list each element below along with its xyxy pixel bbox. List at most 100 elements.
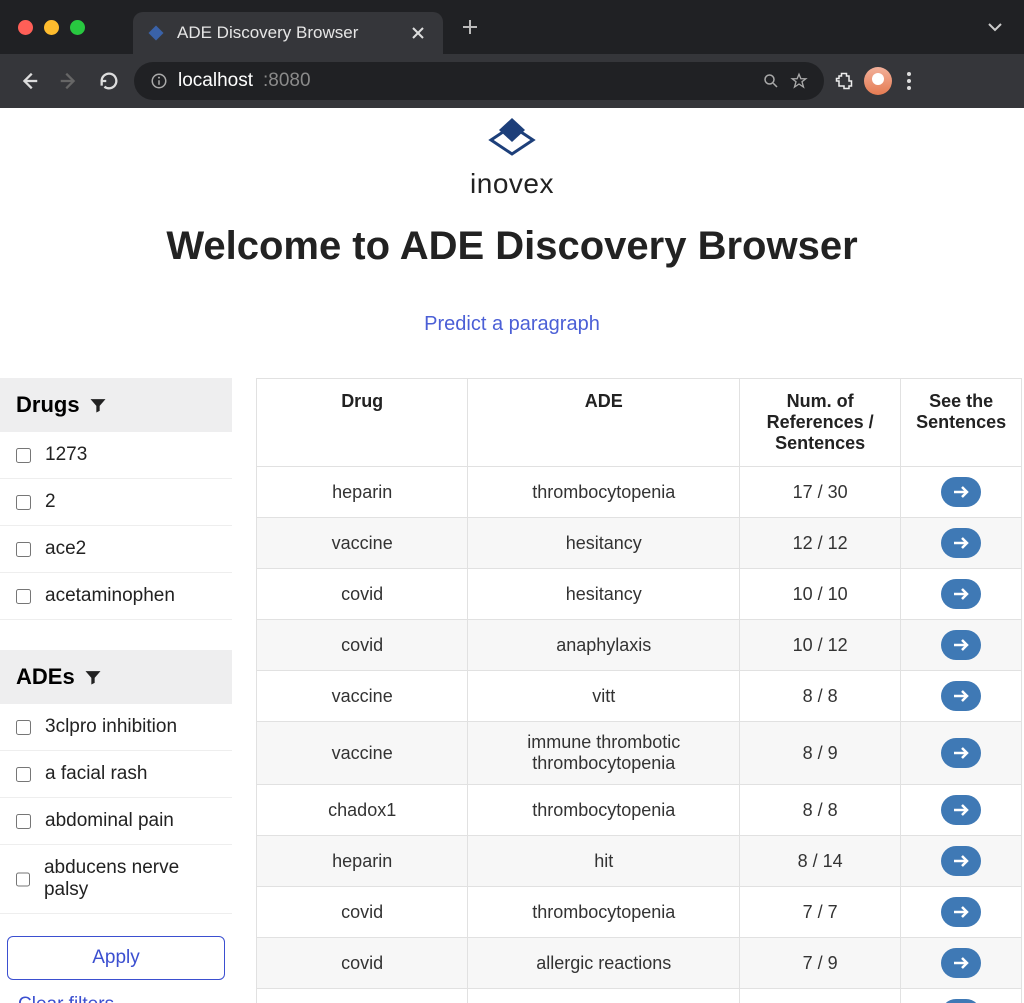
cell-see — [901, 836, 1022, 887]
cell-drug: covid — [257, 887, 468, 938]
table-header-row: Drug ADE Num. of References / Sentences … — [257, 379, 1022, 467]
drug-checkbox[interactable] — [16, 542, 31, 557]
cell-see — [901, 989, 1022, 1003]
profile-avatar[interactable] — [864, 67, 892, 95]
cell-ade: thrombocytopenia — [468, 467, 740, 518]
cell-see — [901, 518, 1022, 569]
new-tab-button[interactable] — [461, 18, 479, 36]
cell-drug: covid — [257, 569, 468, 620]
ade-filter-item[interactable]: 3clpro inhibition — [0, 704, 232, 751]
drug-label: ace2 — [45, 538, 86, 560]
drug-filter-item[interactable]: 2 — [0, 479, 232, 526]
url-port: :8080 — [263, 70, 311, 92]
site-info-icon[interactable] — [150, 72, 168, 90]
nav-forward-button[interactable] — [54, 66, 84, 96]
window-controls — [0, 20, 103, 35]
ade-label: abdominal pain — [45, 810, 174, 832]
drug-label: acetaminophen — [45, 585, 175, 607]
ade-checkbox[interactable] — [16, 872, 30, 887]
cell-ade: hit — [468, 836, 740, 887]
table-row: vaccineimmune thrombotic thrombocytopeni… — [257, 722, 1022, 785]
see-sentences-button[interactable] — [941, 579, 981, 609]
cell-ade: hesitancy — [468, 569, 740, 620]
ade-checkbox[interactable] — [16, 720, 31, 735]
table-row: vaccinehesitancy12 / 12 — [257, 518, 1022, 569]
cell-ade: anaphylaxis — [468, 620, 740, 671]
cell-ade: hesitancy — [468, 518, 740, 569]
drug-checkbox[interactable] — [16, 448, 31, 463]
cell-drug: heparin — [257, 467, 468, 518]
cell-see — [901, 785, 1022, 836]
cell-see — [901, 671, 1022, 722]
window-close-button[interactable] — [18, 20, 33, 35]
cell-drug: heparin — [257, 836, 468, 887]
ade-filter-item[interactable]: abdominal pain — [0, 798, 232, 845]
ade-filter-item[interactable]: a facial rash — [0, 751, 232, 798]
cell-drug: chadox1 — [257, 785, 468, 836]
tab-list-dropdown[interactable] — [986, 18, 1004, 36]
logo-text: inovex — [470, 168, 554, 200]
window-minimize-button[interactable] — [44, 20, 59, 35]
browser-toolbar: localhost:8080 — [0, 54, 1024, 108]
window-maximize-button[interactable] — [70, 20, 85, 35]
see-sentences-button[interactable] — [941, 795, 981, 825]
see-sentences-button[interactable] — [941, 528, 981, 558]
ade-checkbox[interactable] — [16, 767, 31, 782]
drug-filter-item[interactable]: ace2 — [0, 526, 232, 573]
cell-see — [901, 887, 1022, 938]
ade-filter-item[interactable]: abducens nerve palsy — [0, 845, 232, 914]
ade-checkbox[interactable] — [16, 814, 31, 829]
results-table: Drug ADE Num. of References / Sentences … — [256, 378, 1022, 1003]
see-sentences-button[interactable] — [941, 738, 981, 768]
cell-see — [901, 467, 1022, 518]
clear-filters-link[interactable]: Clear filters — [18, 994, 232, 1003]
address-bar[interactable]: localhost:8080 — [134, 62, 824, 100]
drug-checkbox[interactable] — [16, 495, 31, 510]
cell-ade: allergic reactions — [468, 938, 740, 989]
see-sentences-button[interactable] — [941, 681, 981, 711]
cell-num: 7 / 7 — [740, 887, 901, 938]
cell-num: 8 / 8 — [740, 671, 901, 722]
cell-drug: covid — [257, 989, 468, 1003]
browser-tab[interactable]: ADE Discovery Browser — [133, 12, 443, 54]
see-sentences-button[interactable] — [941, 897, 981, 927]
predict-paragraph-link[interactable]: Predict a paragraph — [0, 313, 1024, 336]
table-row: covidthrombocytopenia7 / 7 — [257, 887, 1022, 938]
drug-checkbox[interactable] — [16, 589, 31, 604]
cell-num: 17 / 30 — [740, 467, 901, 518]
col-header-ade: ADE — [468, 379, 740, 467]
cell-num: 8 / 9 — [740, 722, 901, 785]
tab-close-button[interactable] — [411, 26, 429, 40]
zoom-icon[interactable] — [762, 72, 780, 90]
see-sentences-button[interactable] — [941, 999, 981, 1003]
cell-ade: vaccine hesitancy — [468, 989, 740, 1003]
cell-drug: vaccine — [257, 722, 468, 785]
col-header-drug: Drug — [257, 379, 468, 467]
table-row: vaccinevitt8 / 8 — [257, 671, 1022, 722]
ades-filter-list: 3clpro inhibition a facial rash abdomina… — [0, 704, 232, 914]
see-sentences-button[interactable] — [941, 846, 981, 876]
drug-label: 2 — [45, 491, 56, 513]
ades-filter-label: ADEs — [16, 664, 75, 690]
bookmark-star-icon[interactable] — [790, 72, 808, 90]
table-row: covidallergic reactions7 / 9 — [257, 938, 1022, 989]
cell-num: 8 / 8 — [740, 785, 901, 836]
apply-filters-button[interactable]: Apply — [7, 936, 225, 980]
drug-filter-item[interactable]: 1273 — [0, 432, 232, 479]
see-sentences-button[interactable] — [941, 477, 981, 507]
table-row: covidhesitancy10 / 10 — [257, 569, 1022, 620]
browser-menu-button[interactable] — [902, 71, 916, 91]
see-sentences-button[interactable] — [941, 630, 981, 660]
extensions-icon[interactable] — [834, 71, 854, 91]
cell-num: 7 / 9 — [740, 938, 901, 989]
drug-filter-item[interactable]: acetaminophen — [0, 573, 232, 620]
drug-label: 1273 — [45, 444, 87, 466]
nav-back-button[interactable] — [14, 66, 44, 96]
cell-see — [901, 938, 1022, 989]
nav-reload-button[interactable] — [94, 66, 124, 96]
col-header-see: See the Sentences — [901, 379, 1022, 467]
see-sentences-button[interactable] — [941, 948, 981, 978]
table-row: heparinthrombocytopenia17 / 30 — [257, 467, 1022, 518]
page-title: Welcome to ADE Discovery Browser — [0, 224, 1024, 269]
filters-sidebar: Drugs 1273 2 ace2 acetaminophen ADEs 3cl… — [0, 378, 232, 1003]
